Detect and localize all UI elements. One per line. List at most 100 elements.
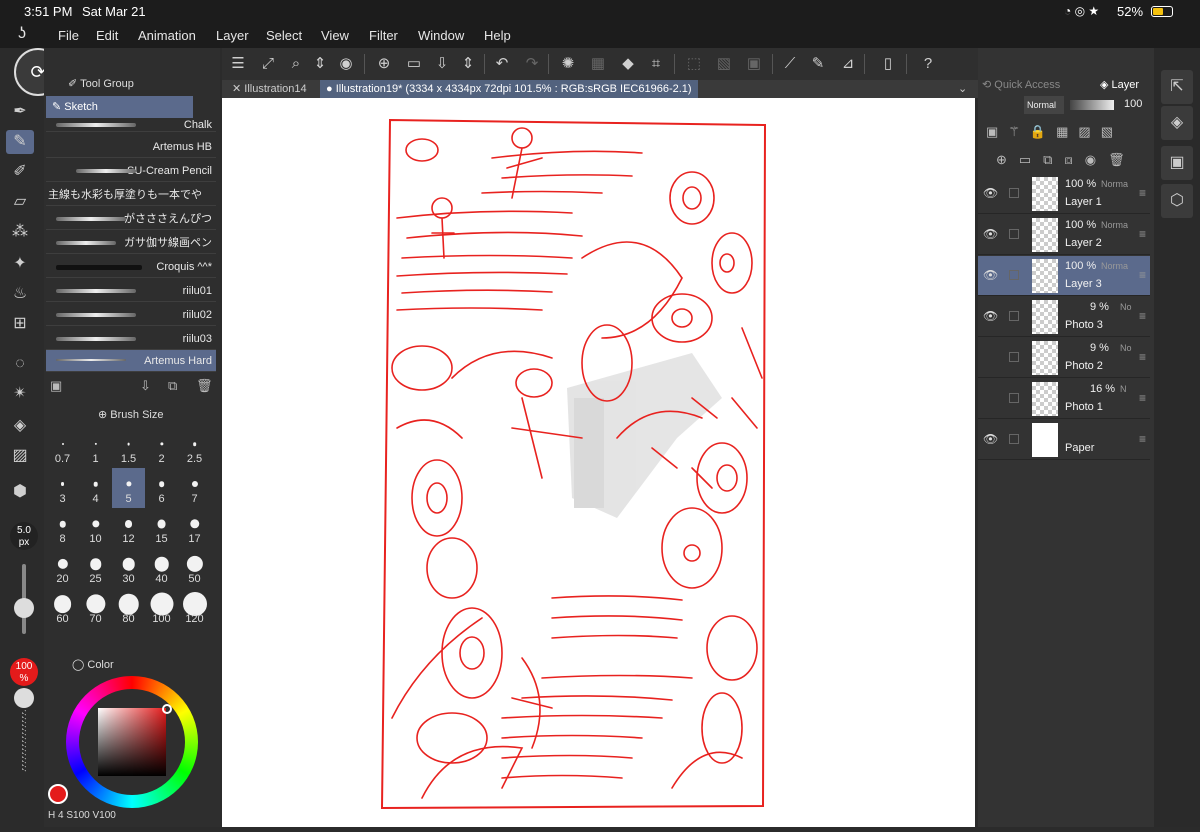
brush-size-cell[interactable]: 80 <box>112 588 145 628</box>
brush-size-cell[interactable]: 20 <box>46 548 79 588</box>
menu-view[interactable]: View <box>321 28 349 43</box>
layer-menu-icon[interactable]: ≡ <box>1139 186 1146 200</box>
brush-item[interactable]: riilu01 <box>46 280 216 302</box>
brush-size-cell[interactable]: 3 <box>46 468 79 508</box>
opacity-slider-track[interactable] <box>22 710 26 772</box>
eyedropper-icon[interactable]: ⌕ <box>284 52 308 76</box>
layer-checkbox[interactable] <box>1009 352 1019 362</box>
layer-checkbox[interactable] <box>1009 434 1019 444</box>
eye-icon[interactable]: 👁 <box>983 186 998 200</box>
line-icon[interactable]: ⊿ <box>836 52 860 76</box>
blend-mode-select[interactable]: Normal <box>1024 96 1064 114</box>
layer-checkbox[interactable] <box>1009 393 1019 403</box>
menu-edit[interactable]: Edit <box>96 28 118 43</box>
brush-size-cell[interactable]: 4 <box>79 468 112 508</box>
eraser-tool-icon[interactable]: ▱ <box>6 190 34 214</box>
menu-layer[interactable]: Layer <box>216 28 249 43</box>
eye-icon[interactable]: 👁 <box>983 227 998 241</box>
brush-size-cell[interactable]: 2 <box>145 428 178 468</box>
layer-opacity-slider[interactable] <box>1070 100 1114 110</box>
brush-size-cell[interactable]: 0.7 <box>46 428 79 468</box>
help-icon[interactable]: ? <box>916 52 940 76</box>
fill-icon[interactable]: ◆ <box>616 52 640 76</box>
brush-size-cell[interactable]: 10 <box>79 508 112 548</box>
lasso-tool-icon[interactable]: ◌ <box>6 352 34 376</box>
main-color-swatch[interactable] <box>48 784 68 804</box>
eye-icon[interactable]: 👁 <box>983 309 998 323</box>
layer-property-icon[interactable]: ◉ <box>334 52 358 76</box>
brush-size-cell[interactable]: 12 <box>112 508 145 548</box>
trash-icon[interactable]: 🗑 <box>196 378 213 394</box>
loading-icon[interactable]: ✺ <box>556 52 580 76</box>
menu-help[interactable]: Help <box>484 28 511 43</box>
brush-settings-icon[interactable]: ▣ <box>50 378 62 394</box>
layer-row[interactable]: 👁 9 % No Photo 3 ≡ <box>978 297 1150 337</box>
gradient-tool-icon[interactable]: ▨ <box>6 444 34 468</box>
fullscreen-icon[interactable]: ⤢ <box>256 52 280 76</box>
navigator-icon[interactable]: ⇱ <box>1161 70 1193 104</box>
brush-item[interactable]: Croquis ^^* <box>46 256 216 278</box>
duplicate-brush-icon[interactable]: ⧉ <box>168 378 177 394</box>
brush-size-cell[interactable]: 60 <box>46 588 79 628</box>
airbrush-tool-icon[interactable]: ⁂ <box>6 220 34 244</box>
sparkle-tool-icon[interactable]: ✦ <box>6 252 34 276</box>
brush-stroke-icon[interactable]: ✎ <box>806 52 830 76</box>
brush-item[interactable]: 主線も水彩も厚塗りも一本でやる <box>46 184 216 206</box>
size-slider-thumb[interactable] <box>14 598 34 618</box>
brush-tool-icon[interactable]: ✐ <box>6 160 34 184</box>
brush-size-cell[interactable]: 7 <box>178 468 211 508</box>
eye-icon[interactable]: 👁 <box>983 432 998 446</box>
layer-checkbox[interactable] <box>1009 229 1019 239</box>
3d-object-icon[interactable]: ⬢ <box>6 480 34 504</box>
fill-tool-icon[interactable]: ◈ <box>6 414 34 438</box>
undo-icon[interactable]: ↶ <box>490 52 514 76</box>
layer-property-dock-icon[interactable]: ▣ <box>1161 146 1193 180</box>
grid-tool-icon[interactable]: ⊞ <box>6 312 34 336</box>
brush-size-cell[interactable]: 70 <box>79 588 112 628</box>
layer-row[interactable]: 👁 Paper ≡ <box>978 420 1150 460</box>
chevron-down-icon[interactable]: ⌄ <box>952 80 973 98</box>
open-folder-icon[interactable]: ▭ <box>402 52 426 76</box>
pen-tool-icon[interactable]: ✒ <box>6 100 34 124</box>
menu-window[interactable]: Window <box>418 28 464 43</box>
layer-menu-icon[interactable]: ≡ <box>1139 268 1146 282</box>
hue-ring[interactable] <box>66 676 198 808</box>
layer-row[interactable]: 16 % N Photo 1 ≡ <box>978 379 1150 419</box>
brush-item[interactable]: ガサ伽サ線画ペン <box>46 232 216 254</box>
color-tab[interactable]: ◯ Color <box>72 658 114 671</box>
layer-checkbox[interactable] <box>1009 270 1019 280</box>
copy-brush-icon[interactable]: ⇩ <box>140 378 151 394</box>
blend-tool-icon[interactable]: ♨ <box>6 282 34 306</box>
selection-border-icon[interactable]: ▣ <box>742 52 766 76</box>
ruler-icon[interactable]: ⟋ <box>778 52 802 76</box>
subtool-sketch-tab[interactable]: ✎ Sketch <box>46 96 193 118</box>
tab-illustration19[interactable]: ● Illustration19* (3334 x 4334px 72dpi 1… <box>320 80 698 98</box>
stepper2-icon[interactable]: ⇕ <box>456 52 480 76</box>
pencil-tool-icon[interactable]: ✎ <box>6 130 34 154</box>
tab-illustration14[interactable]: ✕ Illustration14 <box>226 80 313 98</box>
brush-size-cell[interactable]: 8 <box>46 508 79 548</box>
layer-opacity-value[interactable]: 100 <box>1124 98 1142 110</box>
brush-size-cell[interactable]: 40 <box>145 548 178 588</box>
brush-size-cell[interactable]: 100 <box>145 588 178 628</box>
brush-size-cell[interactable]: 25 <box>79 548 112 588</box>
brush-size-cell[interactable]: 15 <box>145 508 178 548</box>
hamburger-icon[interactable]: ☰ <box>226 52 250 76</box>
brush-size-cell[interactable]: 30 <box>112 548 145 588</box>
tab-quick-access[interactable]: ⟲ Quick Access <box>982 78 1060 91</box>
brush-size-cell[interactable]: 5 <box>112 468 145 508</box>
layer-checkbox[interactable] <box>1009 188 1019 198</box>
saturation-value-square[interactable] <box>98 708 166 776</box>
eye-icon[interactable]: 👁 <box>983 268 998 282</box>
close-icon[interactable]: ✕ <box>232 83 244 95</box>
tab-layer[interactable]: ◈ Layer <box>1100 78 1139 91</box>
brush-item[interactable]: Chalk <box>46 118 216 132</box>
layer-row[interactable]: 9 % No Photo 2 ≡ <box>978 338 1150 378</box>
brush-item[interactable]: がさささえんぴつ <box>46 208 216 230</box>
brush-item[interactable]: Artemus HB <box>46 136 216 158</box>
layer-row[interactable]: 👁 100 % Norma Layer 2 ≡ <box>978 215 1150 255</box>
layer-menu-icon[interactable]: ≡ <box>1139 350 1146 364</box>
brush-size-cell[interactable]: 1 <box>79 428 112 468</box>
layer-menu-icon[interactable]: ≡ <box>1139 432 1146 446</box>
app-logo-icon[interactable]: ʖ <box>18 25 26 43</box>
